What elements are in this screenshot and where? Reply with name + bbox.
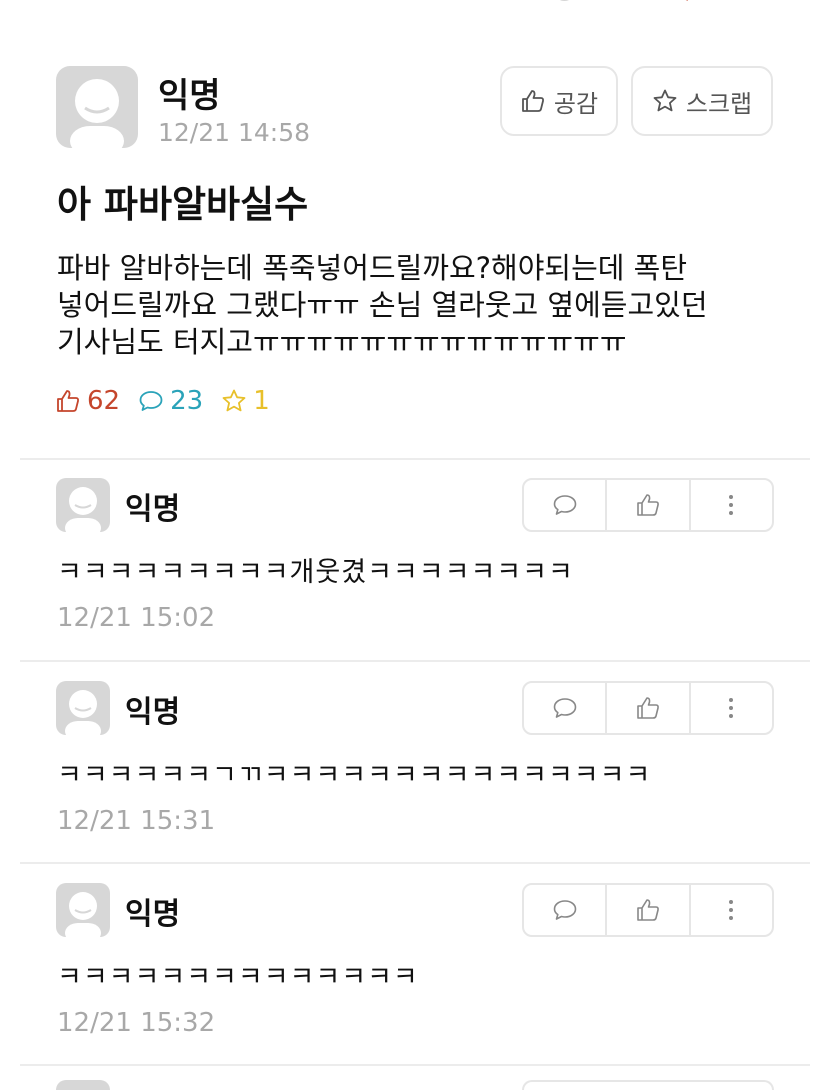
more-options-button[interactable] — [688, 480, 772, 530]
comment-count: 23 — [138, 386, 203, 416]
post-title: 아 파바알바실수 — [57, 183, 309, 226]
scrap-button[interactable]: 스크랩 — [631, 66, 773, 136]
more-vertical-icon — [729, 900, 734, 920]
comment-action-bar — [522, 883, 774, 937]
comment-text: ㅋㅋㅋㅋㅋㅋㅋㅋㅋ개웃겼ㅋㅋㅋㅋㅋㅋㅋㅋ — [57, 557, 574, 588]
like-count: 62 — [55, 386, 120, 416]
speech-bubble-icon — [553, 900, 576, 920]
like-count-value: 62 — [87, 386, 121, 416]
star-icon — [222, 389, 246, 412]
speech-bubble-icon — [553, 698, 576, 718]
thumbs-up-icon — [637, 697, 659, 719]
avatar — [56, 66, 138, 148]
comment-timestamp: 12/21 15:32 — [57, 1008, 216, 1038]
more-options-button[interactable] — [688, 683, 772, 733]
divider — [20, 660, 810, 662]
more-vertical-icon — [729, 495, 734, 515]
anonymous-avatar-icon — [65, 487, 101, 532]
scrap-count-value: 1 — [253, 386, 270, 416]
comment-text: ㅋㅋㅋㅋㅋㅋㅋㅋㅋㅋㅋㅋㅋㅋ — [57, 962, 419, 993]
star-icon — [653, 89, 677, 112]
comment-count-value: 23 — [170, 386, 204, 416]
divider — [20, 1064, 810, 1066]
thumbs-up-icon — [57, 390, 79, 412]
post-body: 파바 알바하는데 폭죽넣어드릴까요?해야되는데 폭탄 넣어드릴까요 그랬다ㅠㅠ … — [57, 251, 708, 359]
speech-bubble-icon — [553, 495, 576, 515]
reply-button[interactable] — [524, 683, 605, 733]
post-author: 익명 — [158, 76, 221, 116]
comment-text: ㅋㅋㅋㅋㅋㅋㄱㄲㅋㅋㅋㅋㅋㅋㅋㅋㅋㅋㅋㅋㅋㅋㅋ — [57, 760, 652, 791]
comment-like-button[interactable] — [605, 683, 688, 733]
comment-item: 익명 ㅋㅋㅋㅋㅋㅋㄱㄲㅋㅋㅋㅋㅋㅋㅋㅋㅋㅋㅋㅋㅋㅋㅋ 12/21 15:31 — [0, 663, 830, 863]
comment-avatar — [56, 1080, 110, 1090]
anonymous-avatar-icon — [70, 79, 124, 148]
top-cutoff-fragment — [559, 0, 688, 1]
divider — [20, 862, 810, 864]
like-button[interactable]: 공감 — [500, 66, 618, 136]
comment-avatar — [56, 883, 110, 937]
thumbs-up-icon — [637, 899, 659, 921]
comment-item: 익명 ㅋㅋㅋㅋㅋㅋㅋㅋㅋㅋㅋㅋㅋㅋ 12/21 15:32 — [0, 865, 830, 1065]
like-button-label: 공감 — [553, 89, 599, 118]
reply-button[interactable] — [524, 885, 605, 935]
scrap-count: 1 — [221, 386, 270, 416]
post-stats: 62 23 1 — [55, 386, 288, 416]
comment-action-bar — [522, 1080, 774, 1090]
comment-timestamp: 12/21 15:02 — [57, 603, 216, 633]
thumbs-up-icon — [522, 90, 544, 112]
anonymous-avatar-icon — [65, 892, 101, 937]
more-options-button[interactable] — [688, 885, 772, 935]
reply-button[interactable] — [524, 480, 605, 530]
more-vertical-icon — [729, 698, 734, 718]
thumbs-up-icon — [637, 494, 659, 516]
comment-like-button[interactable] — [605, 480, 688, 530]
comment-avatar — [56, 478, 110, 532]
speech-bubble-icon — [139, 391, 163, 411]
comment-action-bar — [522, 478, 774, 532]
comment-like-button[interactable] — [605, 885, 688, 935]
comment-action-bar — [522, 681, 774, 735]
comment-author: 익명 — [125, 695, 181, 730]
comment-timestamp: 12/21 15:31 — [57, 806, 216, 836]
comment-author: 익명 — [125, 492, 181, 527]
scrap-button-label: 스크랩 — [685, 89, 753, 118]
comment-author: 익명 — [125, 897, 181, 932]
comment-avatar — [56, 681, 110, 735]
anonymous-avatar-icon — [65, 690, 101, 735]
post-timestamp: 12/21 14:58 — [158, 118, 311, 147]
comment-item: 익명 ㅋㅋㅋㅋㅋㅋㅋㅋㅋ개웃겼ㅋㅋㅋㅋㅋㅋㅋㅋ 12/21 15:02 — [0, 460, 830, 660]
